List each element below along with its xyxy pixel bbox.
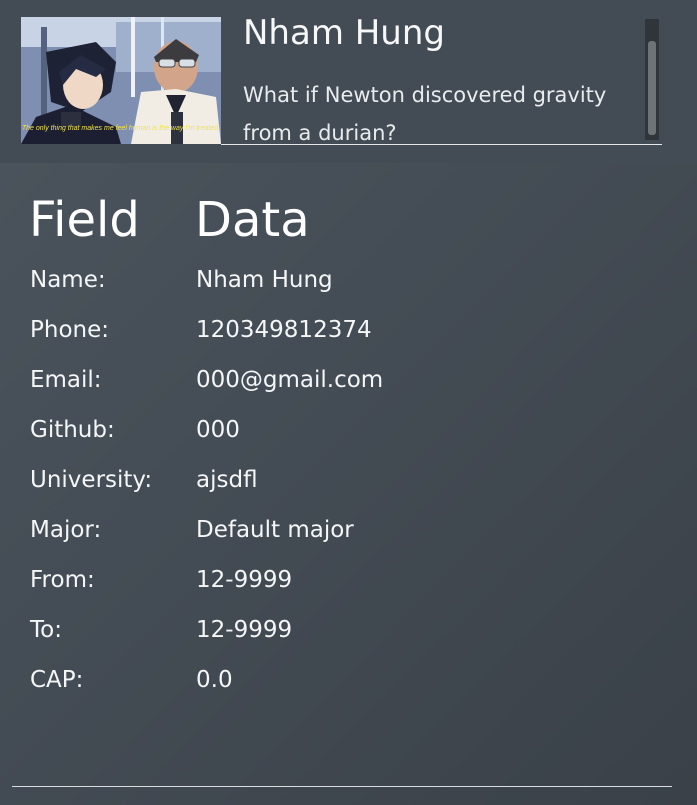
row-value-cap: 0.0 [196,667,233,693]
row-value-name: Nham Hung [196,267,333,293]
scrollbar-thumb[interactable] [648,41,656,135]
row-value-email: 000@gmail.com [196,367,384,393]
row-value-major: Default major [196,517,354,543]
row-label-to: To: [30,617,62,643]
row-value-github: 000 [196,417,240,443]
profile-avatar: The only thing that makes me feel human … [21,17,221,144]
row-label-major: Major: [30,517,102,543]
header-divider [221,144,662,145]
profile-quote: What if Newton discovered gravity from a… [243,83,607,145]
row-label-cap: CAP: [30,667,84,693]
row-label-university: University: [30,467,153,493]
row-label-name: Name: [30,267,106,293]
row-label-github: Github: [30,417,115,443]
avatar-caption: The only thing that makes me feel human … [21,125,221,132]
row-value-phone: 120349812374 [196,317,372,343]
row-value-to: 12-9999 [196,617,293,643]
row-value-university: ajsdfl [196,467,258,493]
row-label-email: Email: [30,367,102,393]
profile-header: The only thing that makes me feel human … [0,0,697,163]
column-header-data: Data [195,192,310,248]
column-header-field: Field [29,192,140,248]
row-label-phone: Phone: [30,317,109,343]
quote-scrollbar[interactable] [645,19,659,140]
row-label-from: From: [30,567,95,593]
row-value-from: 12-9999 [196,567,293,593]
bottom-divider [12,786,672,787]
profile-name: Nham Hung [243,13,445,53]
